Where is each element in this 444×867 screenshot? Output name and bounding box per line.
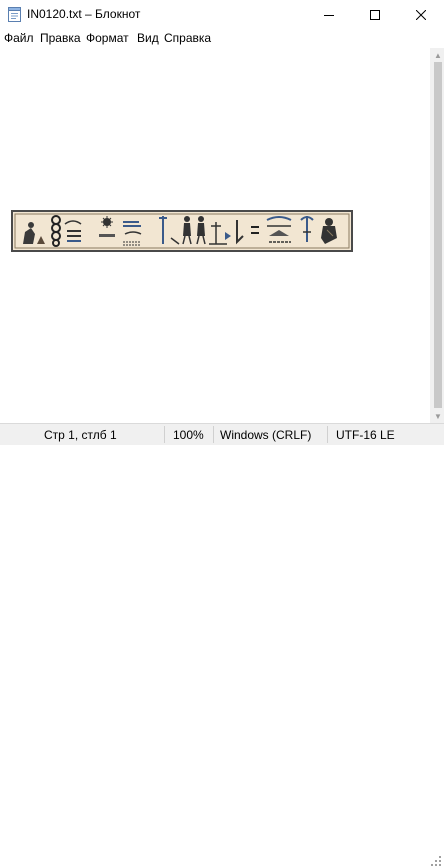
menu-edit[interactable]: Правка [39,31,82,45]
minimize-icon [324,14,334,16]
status-divider [164,426,165,443]
close-button[interactable] [398,0,444,29]
notepad-app-icon [8,7,21,22]
menu-bar: Файл Правка Формат Вид Справка [0,29,444,48]
menu-format[interactable]: Формат [85,31,130,45]
menu-help[interactable]: Справка [163,31,212,45]
zoom-level: 100% [173,428,204,442]
hieroglyph-cartouche-icon [11,210,353,252]
status-divider [327,426,328,443]
vertical-scrollbar[interactable]: ▲ ▼ [430,48,444,423]
maximize-button[interactable] [352,0,398,29]
encoding: UTF-16 LE [336,428,395,442]
resize-grip-icon[interactable] [430,855,442,867]
scroll-up-icon[interactable]: ▲ [431,48,444,62]
minimize-button[interactable] [306,0,352,29]
cursor-position: Стр 1, стлб 1 [44,428,117,442]
text-editor-area[interactable] [0,48,430,423]
scroll-down-icon[interactable]: ▼ [431,409,444,423]
title-bar[interactable]: IN0120.txt – Блокнот [0,0,444,29]
maximize-icon [370,9,380,20]
line-endings: Windows (CRLF) [220,428,312,442]
window-title: IN0120.txt – Блокнот [27,7,141,21]
status-bar: Стр 1, стлб 1 100% Windows (CRLF) UTF-16… [0,423,444,866]
close-icon [416,9,426,20]
menu-view[interactable]: Вид [136,31,160,45]
scrollbar-thumb[interactable] [434,62,442,408]
menu-file[interactable]: Файл [3,31,35,45]
status-divider [213,426,214,443]
notepad-window: IN0120.txt – Блокнот Файл Правка Формат … [0,0,444,866]
